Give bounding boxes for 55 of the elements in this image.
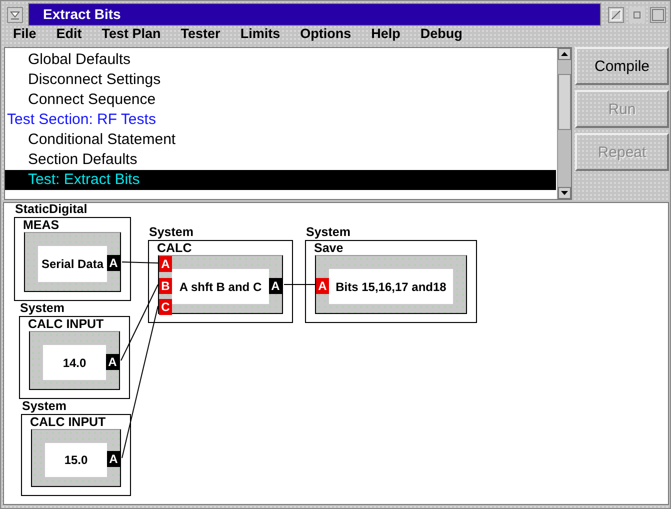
node-title: Save — [314, 241, 344, 255]
scroll-down-icon[interactable] — [558, 187, 571, 199]
tree-item[interactable]: Conditional Statement — [5, 130, 556, 150]
node-title: MEAS — [23, 218, 60, 232]
group-label: System — [20, 301, 64, 315]
maximize-icon[interactable] — [650, 6, 666, 22]
node-box[interactable]: MEAS Serial Data A — [14, 217, 131, 301]
connector-line — [284, 284, 316, 285]
tree-item[interactable]: Connect Sequence — [5, 90, 556, 110]
output-port[interactable]: A — [107, 451, 120, 467]
group-label: StaticDigital — [15, 202, 88, 216]
tree-item[interactable]: Section Defaults — [5, 150, 556, 170]
node-label: Bits 15,16,17 and18 — [329, 269, 453, 304]
group-label: System — [306, 225, 350, 239]
node-box[interactable]: CALC INPUT 15.0 A — [21, 414, 131, 496]
menu-item[interactable]: Limits — [240, 26, 280, 44]
menu-item[interactable]: Edit — [56, 26, 82, 44]
tree-item[interactable]: Test Section: RF Tests — [5, 110, 556, 130]
menu-item[interactable]: Tester — [180, 26, 220, 44]
node-title: CALC INPUT — [28, 317, 104, 331]
scrollbar[interactable] — [557, 48, 571, 199]
connector-line — [122, 262, 158, 264]
node-label: Serial Data — [38, 246, 107, 282]
input-port[interactable]: A — [159, 256, 172, 272]
group-label: System — [22, 399, 66, 413]
window-menu-icon[interactable] — [7, 6, 23, 22]
tree-item[interactable]: Global Defaults — [5, 50, 556, 70]
node-box[interactable]: CALC INPUT 14.0 A — [19, 316, 130, 399]
menu-item[interactable]: Test Plan — [102, 26, 161, 44]
compile-button[interactable]: Compile — [575, 47, 669, 85]
node-title: CALC — [157, 241, 192, 255]
node-title: CALC INPUT — [30, 415, 106, 429]
node-label: 14.0 — [43, 345, 106, 380]
input-port[interactable]: C — [159, 299, 172, 315]
input-port[interactable]: B — [159, 278, 172, 294]
node-label: 15.0 — [45, 443, 107, 477]
group-label: System — [149, 225, 194, 239]
menu-item[interactable]: Options — [300, 26, 352, 44]
output-port[interactable]: A — [107, 255, 120, 271]
menu-item[interactable]: Help — [371, 26, 400, 44]
node-label: A shft B and C — [172, 269, 269, 304]
menu-item[interactable]: File — [13, 26, 36, 44]
restore-icon[interactable] — [629, 6, 645, 22]
node-box[interactable]: CALC A B C A shft B and C A — [148, 240, 293, 323]
scroll-up-icon[interactable] — [558, 48, 571, 60]
minimize-icon[interactable] — [608, 6, 624, 22]
menu-item[interactable]: Debug — [420, 26, 462, 44]
node-box[interactable]: Save A Bits 15,16,17 and18 — [305, 240, 477, 323]
output-port[interactable]: A — [269, 278, 282, 294]
output-port[interactable]: A — [106, 354, 119, 370]
tree-item[interactable]: Test: Extract Bits — [5, 170, 556, 190]
scroll-thumb[interactable] — [558, 74, 571, 130]
window-title: Extract Bits — [28, 3, 601, 26]
tree-item[interactable]: Disconnect Settings — [5, 70, 556, 90]
input-port[interactable]: A — [316, 278, 329, 294]
